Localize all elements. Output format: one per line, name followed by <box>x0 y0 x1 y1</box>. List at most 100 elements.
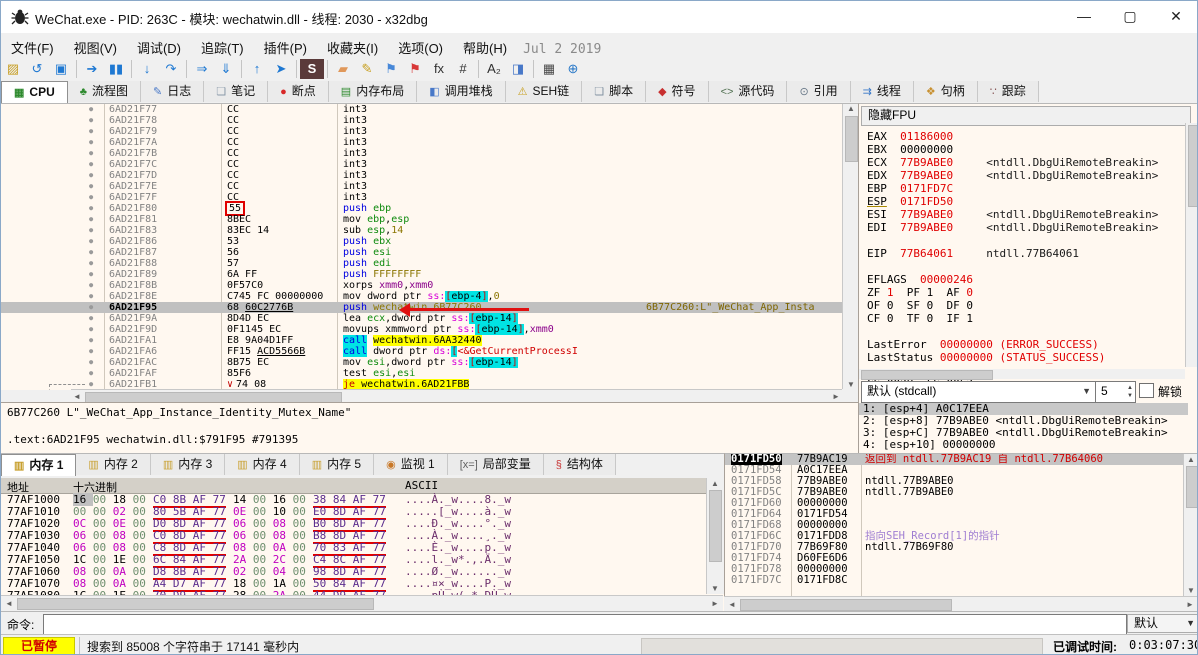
breakpoint-dot[interactable]: ● <box>89 159 93 170</box>
execute-till-return-icon[interactable]: ⇓ <box>214 59 238 79</box>
step-over-icon[interactable]: ↷ <box>159 59 183 79</box>
breakpoint-dot[interactable]: ● <box>89 335 93 346</box>
dump-col-ascii[interactable]: ASCII <box>405 479 438 492</box>
stack-row[interactable]: 0171FD78 00000000 <box>725 564 1197 575</box>
breakpoint-dot[interactable]: ● <box>89 225 93 236</box>
disasm-row[interactable]: ● 6AD21F77 CC int3 <box>1 104 842 115</box>
breakpoint-dot[interactable]: ● <box>89 280 93 291</box>
breakpoint-dot[interactable]: ● <box>89 291 93 302</box>
run-to-user-code-icon[interactable]: ➤ <box>269 59 293 79</box>
restart-icon[interactable]: ↺ <box>25 59 49 79</box>
disasm-row[interactable]: ● 6AD21F9A 8D4D EC lea ecx,dword ptr ss:[eb… <box>1 313 842 324</box>
disasm-row[interactable]: ● 6AD21F81 8BEC mov ebp,esp <box>1 214 842 225</box>
breakpoint-dot[interactable]: ● <box>89 181 93 192</box>
disasm-row[interactable]: ● 6AD21F80 55 push ebp <box>1 201 842 216</box>
menu-调试(D)[interactable]: 调试(D) <box>127 33 191 62</box>
breakpoint-dot[interactable]: ● <box>89 126 93 137</box>
disasm-row[interactable]: ● 6AD21FAC 8B75 EC mov esi,dword ptr ss:[eb… <box>1 357 842 368</box>
disasm-row[interactable]: ● 6AD21F9D 0F1145 EC movups xmmword ptr ss:… <box>1 324 842 335</box>
step-into-icon[interactable]: ↓ <box>135 59 159 79</box>
stack-hscrollbar[interactable]: ◄ ► <box>724 596 1197 612</box>
breakpoint-dot[interactable]: ● <box>89 148 93 159</box>
tab-breakpoints[interactable]: ● 断点 <box>268 81 329 102</box>
bottom-tab-locals[interactable]: [x=] 局部变量 <box>447 454 544 475</box>
breakpoint-dot[interactable]: ● <box>89 368 93 379</box>
breakpoint-dot[interactable]: ● <box>89 104 93 115</box>
bottom-tab-dump1[interactable]: ▥ 内存 1 <box>1 454 77 476</box>
disasm-row[interactable]: ● 6AD21F78 CC int3 <box>1 115 842 126</box>
disasm-row[interactable]: ● 6AD21F86 53 push ebx <box>1 236 842 247</box>
tab-cpu[interactable]: ▦ CPU <box>1 81 68 103</box>
dump-hscrollbar[interactable]: ◄ ► <box>1 595 723 611</box>
menu-帮助(H)[interactable]: 帮助(H) <box>453 33 517 62</box>
bottom-tab-struct[interactable]: § 结构体 <box>543 454 616 475</box>
menu-选项(O)[interactable]: 选项(O) <box>388 33 453 62</box>
menu-文件(F)[interactable]: 文件(F) <box>1 33 64 62</box>
register-line[interactable]: EDI 77B9ABE0 <ntdll.DbgUiRemoteBreakin> <box>867 221 1158 234</box>
disasm-row[interactable]: ● 6AD21FAF 85F6 test esi,esi <box>1 368 842 379</box>
breakpoint-dot[interactable]: ● <box>89 247 93 258</box>
disasm-row[interactable]: ● 6AD21F7E CC int3 <box>1 181 842 192</box>
pause-icon[interactable]: ▮▮ <box>104 59 128 79</box>
breakpoint-dot[interactable]: ● <box>89 302 93 313</box>
tab-log[interactable]: ✎ 日志 <box>140 81 205 102</box>
breakpoint-dot[interactable]: ● <box>89 269 93 280</box>
register-line[interactable] <box>867 260 1158 273</box>
stack-row[interactable]: 0171FD74 D60FE6D6 <box>725 553 1197 564</box>
run-icon[interactable]: ➔ <box>80 59 104 79</box>
register-line[interactable]: OF 0 SF 0 DF 0 <box>867 299 1158 312</box>
breakpoint-dot[interactable]: ● <box>89 324 93 335</box>
register-line[interactable]: EAX 01186000 <box>867 130 1158 143</box>
register-line[interactable]: EBX 00000000 <box>867 143 1158 156</box>
call-argument-row[interactable]: 4: [esp+10] 00000000 <box>859 439 1188 451</box>
disasm-row[interactable]: ● 6AD21F88 57 push edi <box>1 258 842 269</box>
tab-call-stack[interactable]: ◧ 调用堆栈 <box>417 81 506 102</box>
tab-symbols[interactable]: ◆ 符号 <box>646 81 709 102</box>
disasm-row[interactable]: ● 6AD21F8E C745 FC 00000000 mov dword ptr s… <box>1 291 842 302</box>
register-line[interactable]: EDX 77B9ABE0 <ntdll.DbgUiRemoteBreakin> <box>867 169 1158 182</box>
checkbox-icon[interactable] <box>1139 383 1154 398</box>
minimize-button[interactable]: — <box>1061 1 1107 32</box>
stack-row[interactable]: 0171FD64 0171FD54 <box>725 509 1197 520</box>
breakpoint-dot[interactable]: ● <box>89 236 93 247</box>
stack-row[interactable]: 0171FD7C 0171FD8C <box>725 575 1197 586</box>
stack-row[interactable]: 0171FD5C 77B9ABE0 ntdll.77B9ABE0 <box>725 487 1197 498</box>
skip-next-icon[interactable]: S <box>300 59 324 79</box>
bookmarks-icon[interactable]: ⚑ <box>403 59 427 79</box>
stack-row[interactable]: 0171FD60 00000000 <box>725 498 1197 509</box>
disasm-vscrollbar[interactable]: ▲ ▼ <box>842 104 859 389</box>
disasm-row[interactable]: ● 6AD21F7A CC int3 <box>1 137 842 148</box>
labels-icon[interactable]: ⚑ <box>379 59 403 79</box>
register-line[interactable]: EIP 77B64061 ntdll.77B64061 <box>867 247 1158 260</box>
call-arguments-list[interactable]: 1: [esp+4] A0C17EEA 2: [esp+8] 77B9ABE0 <… <box>858 403 1188 453</box>
register-line[interactable]: ESP 0171FD50 <box>867 195 1158 208</box>
maximize-button[interactable]: ▢ <box>1107 1 1153 32</box>
register-line[interactable]: CF 0 TF 0 IF 1 <box>867 312 1158 325</box>
arg-count-stepper[interactable]: 5 ▲ ▼ <box>1095 381 1136 403</box>
bottom-tab-dump3[interactable]: ▥ 内存 3 <box>150 454 226 475</box>
tab-trace[interactable]: ∵ 跟踪 <box>977 81 1039 102</box>
disasm-row[interactable]: ● 6AD21FA1 E8 9A04D1FF call wechatwin.6AA32… <box>1 335 842 346</box>
bottom-tab-dump5[interactable]: ▥ 内存 5 <box>299 454 375 475</box>
command-input[interactable] <box>43 614 1127 635</box>
disasm-row[interactable]: ● 6AD21F89 6A FF push FFFFFFFF <box>1 269 842 280</box>
run-to-cursor-icon[interactable]: ⇒ <box>190 59 214 79</box>
registers-vscrollbar[interactable] <box>1185 123 1197 367</box>
register-line[interactable]: LastError 00000000 (ERROR_SUCCESS) <box>867 338 1158 351</box>
tab-seh-chain[interactable]: ⚠ SEH链 <box>505 81 583 102</box>
menu-插件(P)[interactable]: 插件(P) <box>254 33 317 62</box>
stack-row[interactable]: 0171FD54 A0C17EEA <box>725 465 1197 476</box>
disasm-row[interactable]: ● 6AD21FA6 FF15 ACD5566B call dword ptr ds:… <box>1 346 842 357</box>
breakpoint-dot[interactable]: ● <box>89 203 93 214</box>
calling-convention-select[interactable]: 默认 (stdcall) ▼ <box>861 381 1096 403</box>
close-button[interactable]: ✕ <box>1153 1 1197 32</box>
register-line[interactable]: ZF 1 PF 1 AF 0 <box>867 286 1158 299</box>
register-line[interactable]: ECX 77B9ABE0 <ntdll.DbgUiRemoteBreakin> <box>867 156 1158 169</box>
disasm-row[interactable]: ● 6AD21F83 83EC 14 sub esp,14 <box>1 225 842 236</box>
register-line[interactable] <box>867 234 1158 247</box>
step-out-icon[interactable]: ↑ <box>245 59 269 79</box>
tab-threads[interactable]: ⇉ 线程 <box>850 81 914 102</box>
disasm-row[interactable]: ● 6AD21F7D CC int3 <box>1 170 842 181</box>
disasm-row[interactable]: ● 6AD21F7C CC int3 <box>1 159 842 170</box>
attach-icon[interactable]: ◨ <box>506 59 530 79</box>
